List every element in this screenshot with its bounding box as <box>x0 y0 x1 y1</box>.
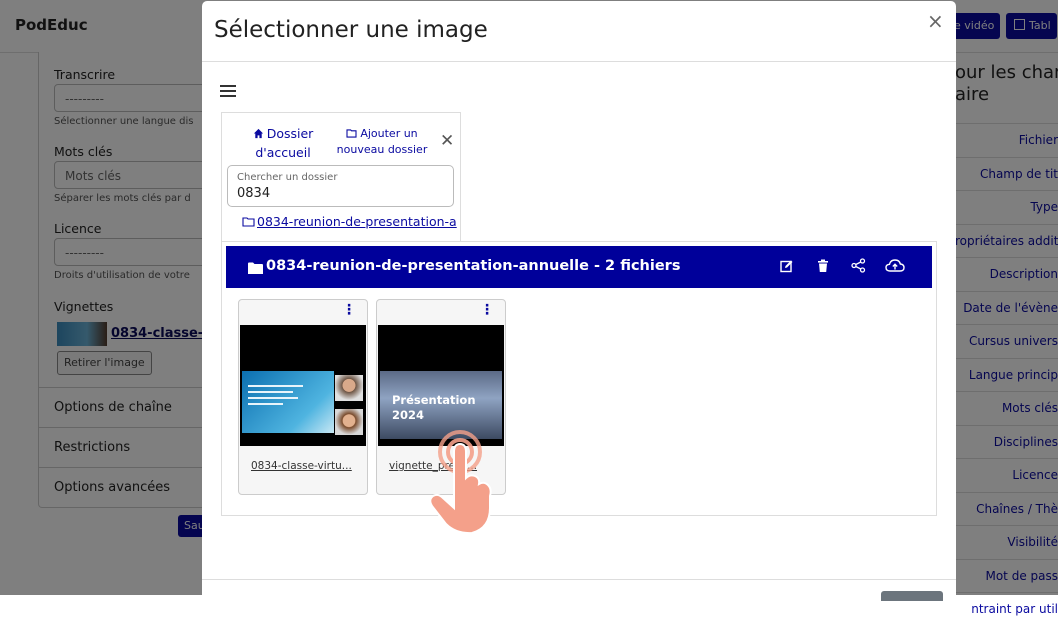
folder-search-placeholder: Chercher un dossier <box>237 172 338 183</box>
home-folder-button[interactable]: Dossier d'accueil <box>238 125 328 162</box>
add-folder-icon <box>346 127 357 142</box>
edit-folder-icon[interactable] <box>780 258 798 276</box>
thumb-webcam-2 <box>335 409 363 435</box>
home-icon <box>253 126 264 144</box>
modal-title: Sélectionner une image <box>214 17 488 43</box>
folder-header-title: 0834-reunion-de-presentation-annuelle - … <box>266 258 681 274</box>
add-folder-button[interactable]: Ajouter un nouveau dossier <box>332 126 432 157</box>
file-card[interactable]: ⋮ 0834-classe-virtu... <box>238 299 368 495</box>
share-folder-icon[interactable] <box>851 258 869 276</box>
folder-search-input[interactable]: Chercher un dossier 0834 <box>227 165 454 207</box>
thumb-title-line2: 2024 <box>392 408 425 422</box>
delete-folder-icon[interactable] <box>816 258 834 276</box>
folder-outline-icon <box>242 215 255 230</box>
field-list-item[interactable]: ntraint par util <box>955 592 1058 626</box>
modal-header: Sélectionner une image × <box>202 1 956 62</box>
modal-close-button[interactable]: × <box>927 9 944 33</box>
folder-panel-close-icon[interactable]: ✕ <box>440 131 454 151</box>
thumb-webcam-1 <box>335 375 363 401</box>
modal-footer-divider <box>202 579 956 580</box>
home-folder-label: Dossier d'accueil <box>255 126 314 160</box>
upload-cloud-icon[interactable] <box>885 258 905 276</box>
folder-panel: Dossier d'accueil Ajouter un nouveau dos… <box>221 112 461 242</box>
file-name-link[interactable]: 0834-classe-virtu... <box>251 460 352 472</box>
tap-pointer-icon <box>420 428 510 538</box>
folder-icon <box>248 260 263 279</box>
file-thumbnail[interactable] <box>240 325 366 446</box>
folder-result-label: 0834-reunion-de-presentation-a <box>257 214 457 229</box>
thumb-slide <box>242 371 334 433</box>
menu-toggle-icon[interactable] <box>220 85 236 97</box>
folder-search-value: 0834 <box>237 186 271 201</box>
thumb-title-line1: Présentation <box>392 393 476 407</box>
folder-result-link[interactable]: 0834-reunion-de-presentation-a <box>242 214 457 230</box>
select-image-modal: Sélectionner une image × Dossier d'accue… <box>202 1 956 601</box>
file-menu-icon[interactable]: ⋮ <box>342 303 356 317</box>
file-menu-icon[interactable]: ⋮ <box>480 303 494 317</box>
modal-footer-button[interactable] <box>881 591 943 601</box>
folder-header-bar: 0834-reunion-de-presentation-annuelle - … <box>226 246 932 288</box>
